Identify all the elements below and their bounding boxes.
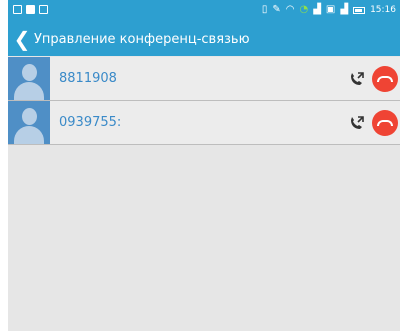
notification-icon	[13, 5, 22, 14]
end-call-icon	[377, 119, 393, 126]
signal-icon: ▟	[313, 4, 321, 15]
contact-avatar-icon	[8, 101, 50, 144]
app-window: ▯ ✎ ◠ ◔ ▟ ▣ ▟ 15:16 ❮ Управление конфере…	[8, 0, 400, 331]
contact-avatar-icon	[8, 57, 50, 100]
vibrate-icon: ▯	[261, 4, 268, 15]
call-number: 0939755:	[59, 115, 122, 130]
split-call-icon[interactable]	[348, 70, 366, 88]
end-call-button[interactable]	[372, 109, 398, 136]
status-bar: ▯ ✎ ◠ ◔ ▟ ▣ ▟ 15:16	[8, 0, 400, 22]
mute-icon: ✎	[272, 4, 281, 15]
back-arrow-icon[interactable]: ❮	[8, 22, 34, 56]
system-icons: ▯ ✎ ◠ ◔ ▟ ▣ ▟ 15:16	[262, 3, 396, 17]
toolbar: ❮ Управление конференц-связью	[8, 22, 400, 56]
notification-icons	[13, 5, 48, 14]
signal-2-icon: ▟	[340, 4, 349, 15]
page-title: Управление конференц-связью	[34, 31, 250, 47]
clock: 15:16	[370, 5, 396, 15]
call-row[interactable]: 8811908	[8, 57, 400, 101]
call-number: 8811908	[59, 71, 117, 86]
sim-icon: ▣	[325, 4, 336, 15]
gallery-icon	[39, 5, 48, 14]
call-row[interactable]: 0939755:	[8, 101, 400, 145]
battery-icon	[353, 6, 366, 14]
conference-call-list: 8811908 0939755:	[8, 57, 400, 145]
sync-icon: ◔	[299, 4, 309, 15]
end-call-icon	[377, 75, 393, 82]
split-call-icon[interactable]	[348, 114, 366, 132]
notification-icon	[26, 5, 35, 14]
end-call-button[interactable]	[372, 65, 398, 92]
wifi-icon: ◠	[285, 4, 295, 15]
